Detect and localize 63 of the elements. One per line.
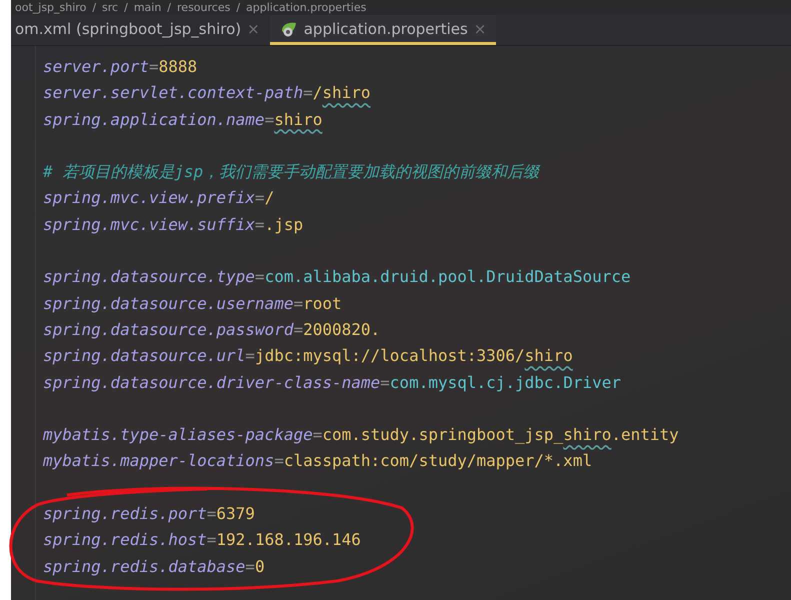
property-value: 2000820. bbox=[303, 320, 380, 339]
path-separator: / bbox=[92, 1, 96, 14]
property-value: root bbox=[303, 294, 342, 313]
property-value: / bbox=[264, 188, 274, 208]
equals-sign: = bbox=[254, 267, 265, 286]
property-key: spring.datasource.driver-class-name bbox=[43, 372, 380, 392]
breadcrumb-item[interactable]: resources bbox=[177, 1, 230, 14]
breadcrumb-item[interactable]: oot_jsp_shiro bbox=[15, 1, 86, 14]
breadcrumb-item[interactable]: main bbox=[134, 1, 162, 14]
path-separator: / bbox=[236, 1, 240, 14]
equals-sign: = bbox=[380, 372, 390, 392]
property-key: server.servlet.context-path bbox=[43, 83, 304, 102]
property-key: mybatis.mapper-locations bbox=[43, 451, 274, 470]
property-key: spring.application.name bbox=[43, 110, 265, 129]
equals-sign: = bbox=[303, 83, 313, 102]
equals-sign: = bbox=[274, 451, 284, 470]
property-key: mybatis.type-aliases-package bbox=[43, 425, 313, 444]
property-key: spring.datasource.type bbox=[43, 267, 255, 286]
breadcrumb-item[interactable]: src bbox=[102, 1, 118, 14]
equals-sign: = bbox=[245, 556, 255, 576]
property-value: .entity bbox=[611, 425, 679, 444]
property-value: com.alibaba.druid.pool.DruidDataSource bbox=[264, 267, 631, 286]
equals-sign: = bbox=[254, 214, 265, 234]
property-key: spring.mvc.view.suffix bbox=[43, 214, 255, 234]
property-value: classpath:com/study/mapper/*.xml bbox=[284, 451, 592, 470]
editor-tab[interactable]: om.xml (springboot_jsp_shiro) × bbox=[11, 15, 270, 45]
property-value: com.mysql.cj.jdbc.Driver bbox=[390, 372, 621, 392]
equals-sign: = bbox=[254, 188, 265, 208]
equals-sign: = bbox=[293, 294, 304, 313]
path-separator: / bbox=[124, 1, 128, 14]
code-comment: # 若项目的模板是jsp，我们需要手动配置要加载的视图的前缀和后缀 bbox=[43, 162, 540, 182]
property-value: 192.168.196.146 bbox=[216, 530, 361, 550]
property-value: shiro bbox=[274, 110, 322, 129]
property-key: spring.redis.port bbox=[43, 504, 207, 524]
property-value: shiro bbox=[524, 346, 573, 366]
property-value: shiro bbox=[563, 425, 612, 444]
editor-tab[interactable]: application.properties × bbox=[270, 15, 496, 45]
property-key: spring.datasource.password bbox=[43, 320, 294, 339]
property-value: jdbc:mysql://localhost:3306/ bbox=[254, 346, 525, 366]
property-value: 6379 bbox=[216, 504, 255, 524]
property-value: / bbox=[312, 83, 322, 102]
property-key: spring.datasource.url bbox=[43, 346, 246, 366]
equals-sign: = bbox=[312, 425, 322, 444]
property-value: com.study.springboot_jsp_ bbox=[322, 425, 564, 444]
property-value: 8888 bbox=[158, 57, 198, 76]
equals-sign: = bbox=[245, 346, 255, 366]
equals-sign: = bbox=[206, 504, 216, 524]
leaf-gear-icon bbox=[280, 20, 298, 36]
property-key: server.port bbox=[43, 57, 149, 76]
equals-sign: = bbox=[148, 57, 159, 76]
equals-sign: = bbox=[264, 110, 274, 129]
property-value: 0 bbox=[254, 556, 265, 576]
property-key: spring.redis.host bbox=[43, 530, 207, 550]
property-key: spring.redis.database bbox=[43, 556, 246, 576]
breadcrumb-item[interactable]: application.properties bbox=[246, 1, 366, 14]
property-value: shiro bbox=[322, 83, 371, 102]
property-key: spring.datasource.username bbox=[43, 294, 294, 313]
equals-sign: = bbox=[293, 320, 304, 339]
property-key: spring.mvc.view.prefix bbox=[43, 188, 255, 208]
equals-sign: = bbox=[206, 530, 216, 550]
property-value: .jsp bbox=[264, 214, 304, 234]
close-icon[interactable]: × bbox=[247, 20, 260, 38]
path-separator: / bbox=[167, 1, 172, 14]
